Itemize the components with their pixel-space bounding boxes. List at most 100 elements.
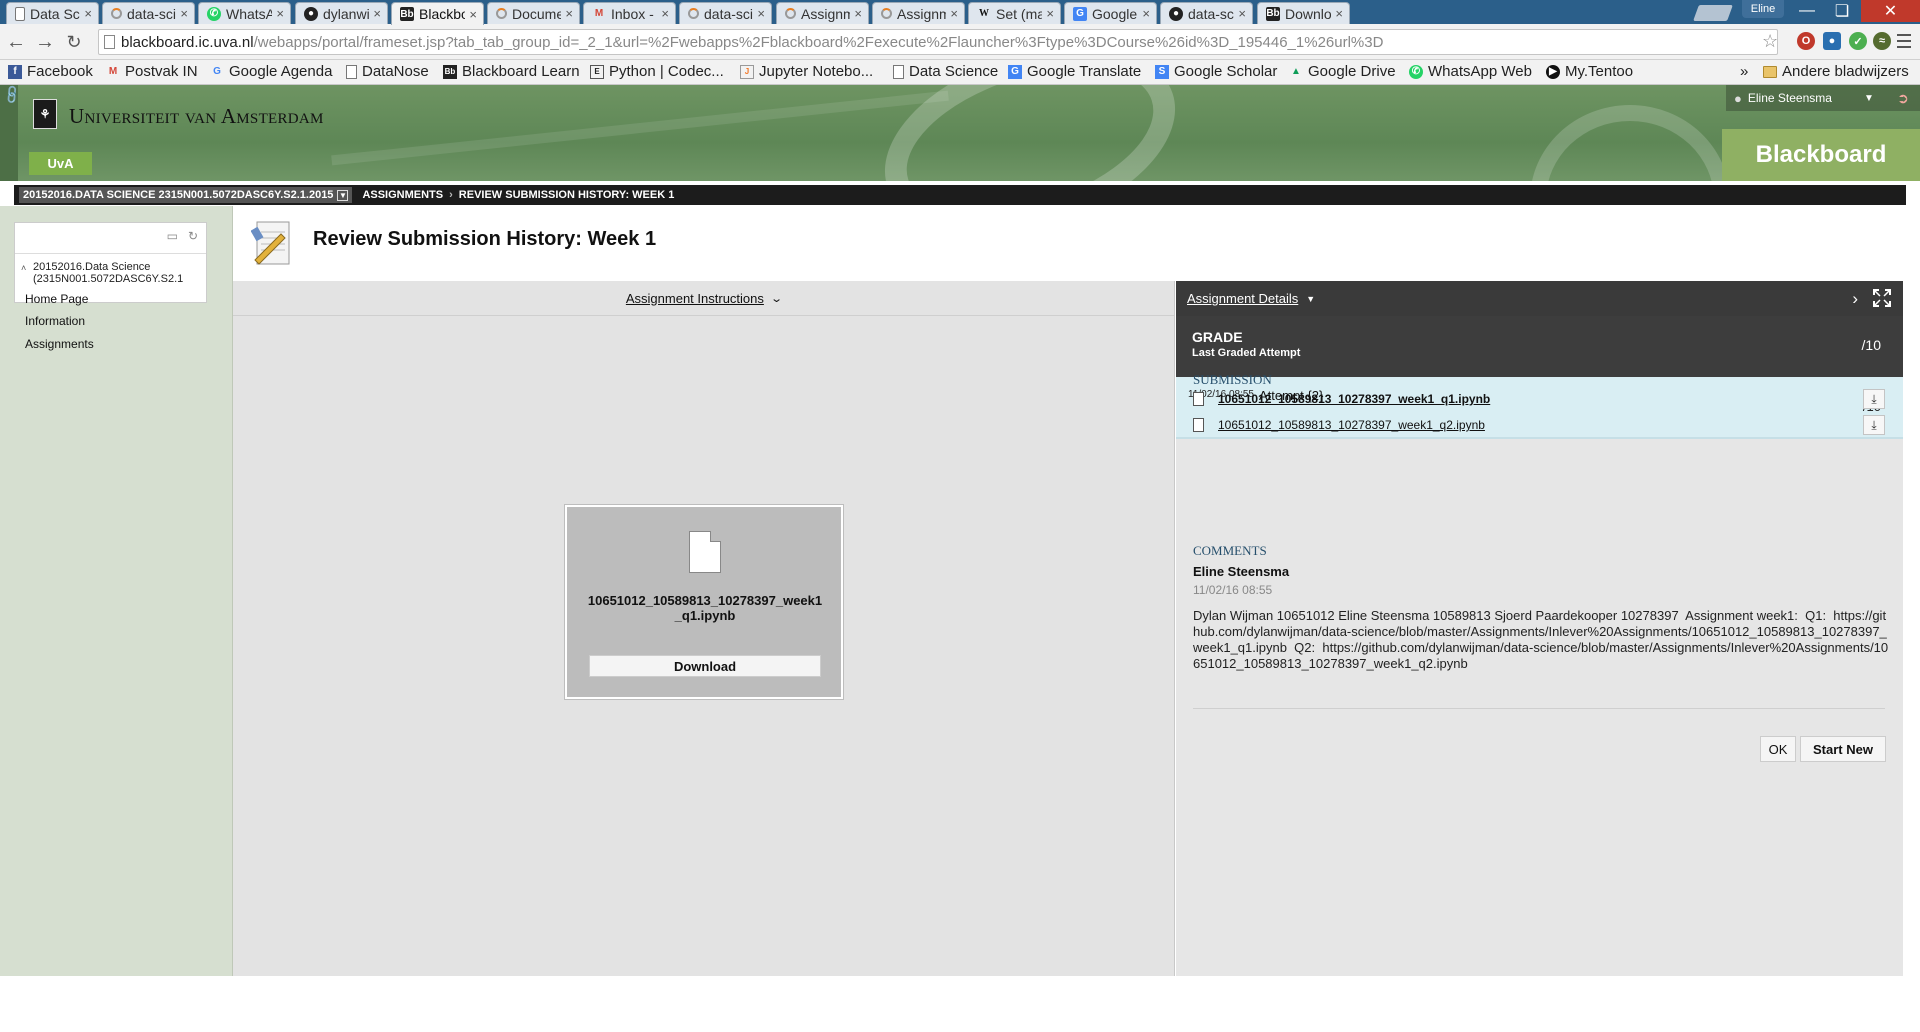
close-tab-icon[interactable]: × (950, 6, 958, 21)
opera-extension-icon[interactable]: O (1797, 32, 1815, 50)
download-button[interactable]: Download (589, 655, 821, 677)
browser-menu-icon[interactable] (1896, 32, 1912, 50)
chevron-down-icon[interactable]: ⌄ (770, 292, 783, 305)
close-tab-icon[interactable]: × (84, 6, 92, 21)
dropdown-caret-icon[interactable]: ▼ (1864, 93, 1874, 104)
assignment-instructions-label[interactable]: Assignment Instructions (626, 291, 764, 306)
collapse-caret-icon[interactable]: ˄ (21, 262, 26, 274)
assignment-details-toggle[interactable]: Assignment Details (1187, 291, 1298, 306)
start-new-button[interactable]: Start New (1800, 736, 1886, 762)
maximize-icon[interactable]: ❏ (1823, 0, 1861, 22)
close-tab-icon[interactable]: × (469, 7, 477, 22)
grade-value: /10 (1861, 337, 1881, 353)
browser-tab[interactable]: Documen × (487, 2, 580, 24)
bookmark-item[interactable]: Data Science (893, 63, 998, 80)
browser-tab[interactable]: Assignme × (872, 2, 965, 24)
logout-icon[interactable]: ➲ (1894, 89, 1912, 107)
bookmark-item[interactable]: ✆ WhatsApp Web (1409, 63, 1532, 80)
browser-tab[interactable]: ● dylanwijm× (295, 2, 388, 24)
close-tab-icon[interactable]: × (180, 6, 188, 21)
grammar-extension-icon[interactable]: ✓ (1849, 32, 1867, 50)
course-menu-course-name[interactable]: 20152016.Data Science (2315N001.5072DASC… (33, 261, 183, 285)
close-tab-icon[interactable]: × (276, 6, 284, 21)
course-menu-item-information[interactable]: Information (25, 314, 85, 328)
reload-icon[interactable]: ↻ (63, 31, 85, 53)
bookmark-item[interactable]: J Jupyter Notebo... (740, 63, 873, 80)
submission-file-link[interactable]: 10651012_10589813_10278397_week1_q2.ipyn… (1218, 418, 1485, 432)
browser-tab-title: Data Scien (30, 5, 80, 22)
close-tab-icon[interactable]: × (1046, 6, 1054, 21)
browser-tab[interactable]: Data Scien × (6, 2, 99, 24)
browser-tab[interactable]: Bb Download× (1257, 2, 1350, 24)
bookmark-star-icon[interactable]: ☆ (1762, 31, 1778, 52)
bookmark-item[interactable]: f Facebook (8, 63, 93, 80)
minimize-icon[interactable]: — (1791, 0, 1823, 22)
browser-tab[interactable]: Bb Blackboar × (391, 2, 484, 25)
profile-button[interactable]: Eline (1742, 0, 1784, 18)
browser-tab[interactable]: M Inbox - eli × (583, 2, 676, 24)
close-tab-icon[interactable]: × (1142, 6, 1150, 21)
bookmark-item[interactable]: S Google Scholar (1155, 63, 1277, 80)
back-arrow-icon[interactable]: ← (5, 31, 27, 53)
course-menu-course-link[interactable]: ˄ 20152016.Data Science (2315N001.5072DA… (19, 261, 199, 285)
bookmarks-overflow-button[interactable]: » (1740, 63, 1748, 80)
blackboard-icon: Bb (443, 64, 457, 79)
close-tab-icon[interactable]: × (1238, 6, 1246, 21)
breadcrumb-assignments[interactable]: ASSIGNMENTS (362, 189, 443, 201)
browser-tab[interactable]: data-scien× (679, 2, 772, 24)
assignment-instructions-toggle[interactable]: Assignment Instructions ⌄ (233, 281, 1174, 316)
loading-icon (785, 8, 796, 19)
close-tab-icon[interactable]: × (854, 6, 862, 21)
breadcrumb-course[interactable]: 20152016.DATA SCIENCE 2315N001.5072DASC6… (19, 187, 353, 203)
bookmark-item[interactable]: G Google Agenda (210, 63, 332, 80)
user-name[interactable]: Eline Steensma (1748, 91, 1832, 105)
user-menu[interactable]: ● Eline Steensma ▼ ➲ (1726, 85, 1920, 111)
link-icon[interactable]: 🔗 (1, 85, 24, 106)
expand-icon[interactable] (1873, 289, 1891, 307)
browser-tab[interactable]: G Google Tr × (1064, 2, 1157, 24)
spotify-extension-icon[interactable]: ≈ (1873, 32, 1891, 50)
course-menu-item-assignments[interactable]: Assignments (25, 337, 94, 351)
close-tab-icon[interactable]: × (757, 6, 765, 21)
browser-tab[interactable]: ● data-scien × (1160, 2, 1253, 24)
grade-title: GRADE (1192, 329, 1243, 345)
download-icon[interactable]: ⤓ (1863, 415, 1885, 435)
other-bookmarks-folder[interactable]: Andere bladwijzers (1763, 63, 1909, 80)
download-icon[interactable]: ⤓ (1863, 389, 1885, 409)
course-menu-icon[interactable]: ▼ (337, 189, 349, 201)
translate-icon: G (1008, 64, 1022, 79)
url-bar[interactable]: blackboard.ic.uva.nl/webapps/portal/fram… (98, 29, 1778, 55)
bookmark-label: Google Drive (1308, 63, 1396, 80)
bookmark-item[interactable]: E Python | Codec... (590, 63, 724, 80)
close-window-icon[interactable]: ✕ (1861, 0, 1920, 22)
browser-tab[interactable]: data-scien× (102, 2, 195, 24)
browser-tab[interactable]: W Set (math × (968, 2, 1061, 24)
close-tab-icon[interactable]: × (661, 6, 669, 21)
bookmark-item[interactable]: DataNose (346, 63, 429, 80)
new-tab-button[interactable] (1693, 5, 1733, 21)
bookmark-item[interactable]: Bb Blackboard Learn (443, 63, 580, 80)
forward-arrow-icon[interactable]: → (34, 31, 56, 53)
refresh-icon[interactable]: ↻ (188, 229, 198, 243)
breadcrumb-course-label[interactable]: 20152016.DATA SCIENCE 2315N001.5072DASC6… (23, 189, 333, 201)
display-view-icon[interactable]: ▭ (167, 229, 178, 243)
grade-subtitle: Last Graded Attempt (1192, 347, 1301, 359)
chevron-down-icon[interactable]: ▼ (1306, 294, 1315, 304)
close-tab-icon[interactable]: × (1335, 6, 1343, 21)
lock-extension-icon[interactable]: ● (1823, 32, 1841, 50)
submission-file-link[interactable]: 10651012_10589813_10278397_week1_q1.ipyn… (1218, 392, 1490, 406)
uva-badge[interactable]: UvA (29, 152, 92, 175)
browser-tab[interactable]: ✆ WhatsApp × (198, 2, 291, 24)
close-tab-icon[interactable]: × (565, 6, 573, 21)
bookmark-item[interactable]: G Google Translate (1008, 63, 1141, 80)
chevron-right-icon[interactable]: › (1852, 289, 1858, 309)
browser-tab[interactable]: Assignme × (776, 2, 869, 24)
bookmark-item[interactable]: M Postvak IN (106, 63, 198, 80)
bookmark-item[interactable]: ▲ Google Drive (1289, 63, 1396, 80)
submission-preview-pane: Assignment Instructions ⌄ 10651012_10589… (233, 281, 1175, 976)
close-tab-icon[interactable]: × (373, 6, 381, 21)
breadcrumb-inner: 20152016.DATA SCIENCE 2315N001.5072DASC6… (14, 185, 1906, 205)
course-menu-item-home-page[interactable]: Home Page (25, 292, 88, 306)
ok-button[interactable]: OK (1760, 736, 1796, 762)
bookmark-item[interactable]: ▶ My.Tentoo (1546, 63, 1633, 80)
